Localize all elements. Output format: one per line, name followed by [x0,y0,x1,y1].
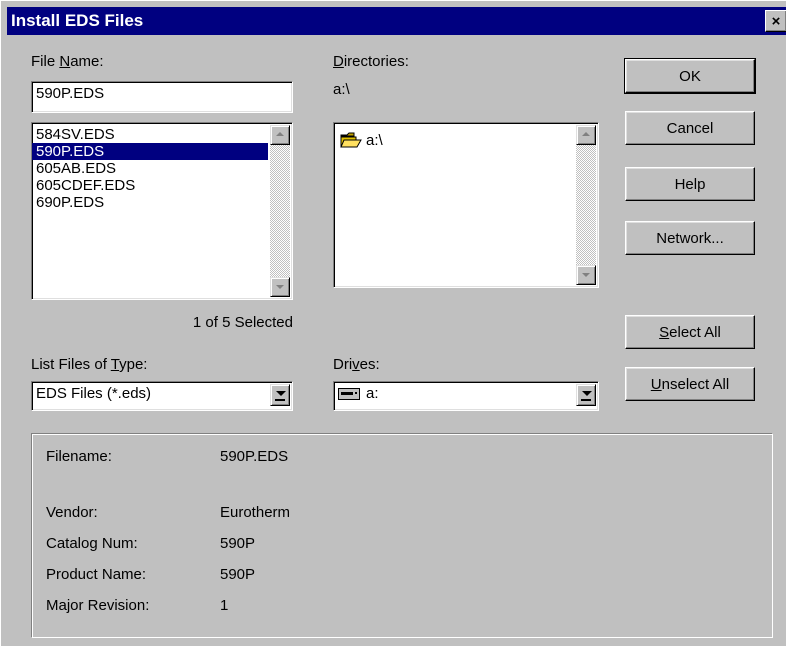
file-list[interactable]: 584SV.EDS 590P.EDS 605AB.EDS 605CDEF.EDS 690… [31,122,293,300]
directory-list[interactable]: a:\ [333,122,599,288]
title-bar[interactable]: Install EDS Files × [7,7,786,35]
help-button[interactable]: Help [625,167,755,201]
info-vendor-label: Vendor: [46,504,98,521]
network-button[interactable]: Network... [625,221,755,255]
file-list-scroll-up[interactable] [270,125,290,145]
file-info-panel: Filename: 590P.EDS Vendor: Eurotherm Cat… [31,433,773,638]
info-product-label: Product Name: [46,566,147,583]
info-product-value: 590P [220,566,256,583]
directory-item-label: a:\ [366,132,383,149]
file-list-item[interactable]: 590P.EDS [32,143,268,160]
drives-dropdown-button[interactable] [576,384,596,406]
file-name-input[interactable]: 590P.EDS [31,81,293,113]
directories-label: Directories: [333,53,409,70]
file-list-scrollbar[interactable] [270,125,290,297]
directory-list-scrollbar[interactable] [576,125,596,285]
directory-scroll-down[interactable] [576,265,596,285]
select-all-button[interactable]: Select All [625,315,755,349]
install-eds-dialog: Install EDS Files × File Name: 590P.EDS … [0,0,786,646]
open-folder-icon [340,132,362,148]
drives-label: Drives: [333,356,380,373]
info-catalog-value: 590P [220,535,256,552]
dropdown-underline [581,399,591,401]
ok-button[interactable]: OK [624,58,756,94]
info-catalog-label: Catalog Num: [46,535,138,552]
dropdown-underline [275,399,285,401]
info-filename-value: 590P.EDS [220,448,289,465]
selection-status: 1 of 5 Selected [192,314,293,331]
file-type-label: List Files of Type: [31,356,148,373]
arrow-down-icon [276,285,284,289]
window-title: Install EDS Files [11,11,144,30]
file-list-scroll-down[interactable] [270,277,290,297]
file-type-dropdown-button[interactable] [270,384,290,406]
current-directory: a:\ [333,81,350,98]
info-filename-label: Filename: [46,448,112,465]
file-list-item[interactable]: 584SV.EDS [32,126,268,143]
info-revision-label: Major Revision: [46,597,150,614]
drives-select[interactable]: a: [333,381,599,411]
file-name-label: File Name: [31,53,104,70]
unselect-all-button[interactable]: Unselect All [625,367,755,401]
arrow-up-icon [582,132,590,136]
cancel-button[interactable]: Cancel [625,111,755,145]
info-revision-value: 1 [220,597,229,614]
chevron-down-icon [276,391,286,396]
arrow-down-icon [582,273,590,277]
info-vendor-value: Eurotherm [220,504,291,521]
close-button[interactable]: × [765,10,786,32]
close-icon: × [771,12,781,30]
file-list-item[interactable]: 690P.EDS [32,194,268,211]
chevron-down-icon [582,391,592,396]
file-list-item[interactable]: 605CDEF.EDS [32,177,268,194]
arrow-up-icon [276,132,284,136]
file-type-select[interactable]: EDS Files (*.eds) [31,381,293,411]
directory-item[interactable]: a:\ [334,132,598,149]
file-list-item[interactable]: 605AB.EDS [32,160,268,177]
drives-value: a: [366,385,379,402]
floppy-drive-icon [338,388,360,400]
directory-scroll-up[interactable] [576,125,596,145]
file-type-value: EDS Files (*.eds) [36,385,152,402]
file-list-items: 584SV.EDS 590P.EDS 605AB.EDS 605CDEF.EDS 690… [32,123,268,211]
